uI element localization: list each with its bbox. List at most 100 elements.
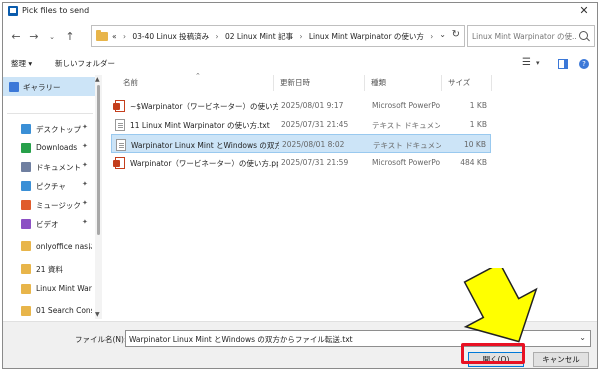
file-type: Microsoft PowerPoint <box>372 101 440 110</box>
gallery-icon <box>9 82 19 92</box>
file-row[interactable]: Warpinator（ワービネーター）の使い方.pptx 2025/07/31 2… <box>111 153 491 172</box>
nav-item[interactable]: ドキュメント ✦ <box>3 157 95 176</box>
folder-icon <box>21 241 31 251</box>
file-type: Microsoft PowerPoint <box>372 158 440 167</box>
file-name: ~$Warpinator（ワービネーター）の使い方.pptx <box>130 102 278 111</box>
column-divider[interactable] <box>491 75 492 91</box>
search-icon[interactable] <box>579 31 588 40</box>
back-icon[interactable]: ← <box>9 30 23 44</box>
search-input[interactable] <box>472 29 576 43</box>
nav-item[interactable]: ギャラリー <box>3 77 95 96</box>
scroll-thumb[interactable] <box>97 85 100 235</box>
file-name: Warpinator（ワービネーター）の使い方.pptx <box>130 159 278 168</box>
column-divider[interactable] <box>364 75 365 91</box>
nav-divider <box>7 113 93 114</box>
powerpoint-file-icon <box>113 100 125 112</box>
nav-item[interactable]: Linux Mint Warp <box>3 279 95 298</box>
pictures-icon <box>21 181 31 191</box>
new-folder-button[interactable]: 新しいフォルダー <box>55 58 115 69</box>
videos-icon <box>21 219 31 229</box>
folder-icon <box>21 264 31 274</box>
nav-item-label: onlyoffice nasに <box>36 242 92 251</box>
nav-item[interactable]: onlyoffice nasに <box>3 236 95 255</box>
nav-item[interactable]: ピクチャ ✦ <box>3 176 95 195</box>
file-row[interactable]: Warpinator Linux Mint とWindows の双方からファイル… <box>111 134 491 153</box>
folder-icon <box>21 306 31 316</box>
pin-icon: ✦ <box>82 161 88 169</box>
file-date: 2025/08/01 9:17 <box>281 101 344 110</box>
nav-item[interactable]: 01 Search Conso <box>3 301 95 320</box>
file-date: 2025/07/31 21:45 <box>281 120 349 129</box>
address-dropdown-icon[interactable]: ⌄ <box>439 30 446 39</box>
nav-item-label: ビデオ <box>36 220 59 229</box>
text-file-icon <box>116 139 126 151</box>
folder-icon <box>96 30 108 41</box>
column-date[interactable]: 更新日時 <box>280 77 310 88</box>
documents-icon <box>21 162 31 172</box>
text-file-icon <box>115 119 125 131</box>
nav-scrollbar[interactable]: ▲ ▼ <box>95 75 102 319</box>
breadcrumb: « › 03-40 Linux 投稿済み › 02 Linux Mint 記事 … <box>112 31 437 42</box>
file-size: 484 KB <box>460 158 487 167</box>
nav-item-label: ミュージック <box>36 201 81 210</box>
nav-item-label: ギャラリー <box>23 83 61 92</box>
pin-icon: ✦ <box>82 199 88 207</box>
column-divider[interactable] <box>273 75 274 91</box>
refresh-icon[interactable]: ↻ <box>452 29 460 40</box>
nav-item-label: 21 資料 <box>36 265 63 274</box>
forward-icon[interactable]: → <box>27 30 41 44</box>
filename-dropdown-icon[interactable]: ⌄ <box>579 333 586 342</box>
file-row[interactable]: 11 Linux Mint Warpinator の使い方.txt 2025/07… <box>111 115 491 134</box>
file-name: Warpinator Linux Mint とWindows の双方からファイル… <box>131 141 279 150</box>
filename-label: ファイル名(N): <box>75 335 127 344</box>
breadcrumb-item[interactable]: 03-40 Linux 投稿済み <box>132 32 209 41</box>
address-bar[interactable]: « › 03-40 Linux 投稿済み › 02 Linux Mint 記事 … <box>91 25 465 47</box>
file-row[interactable]: ~$Warpinator（ワービネーター）の使い方.pptx2025/08/01… <box>111 96 491 115</box>
window-title: Pick files to send <box>22 6 90 15</box>
cancel-button[interactable]: キャンセル <box>533 352 589 367</box>
file-size: 1 KB <box>469 101 487 110</box>
close-button[interactable]: ✕ <box>577 4 591 18</box>
search-box[interactable] <box>467 25 595 47</box>
powerpoint-file-icon <box>113 157 125 169</box>
sort-ascending-icon: ⌃ <box>195 72 201 80</box>
file-type: テキスト ドキュメント <box>372 121 440 130</box>
nav-item[interactable]: ビデオ ✦ <box>3 214 95 233</box>
nav-item[interactable]: ミュージック ✦ <box>3 195 95 214</box>
recent-dropdown-icon[interactable]: ⌄ <box>45 30 59 44</box>
view-options-icon[interactable]: ☰ <box>522 57 531 68</box>
nav-item-label: Linux Mint Warp <box>36 284 92 293</box>
column-name[interactable]: 名前 <box>123 77 138 88</box>
help-icon[interactable]: ? <box>579 59 589 69</box>
organize-button[interactable]: 整理 ▾ <box>11 58 32 69</box>
chevron-right-icon: › <box>215 32 219 41</box>
nav-item[interactable]: 21 資料 <box>3 259 95 278</box>
file-name: 11 Linux Mint Warpinator の使い方.txt <box>130 121 270 130</box>
breadcrumb-item[interactable]: 02 Linux Mint 記事 <box>225 32 293 41</box>
desktop-icon <box>21 124 31 134</box>
pin-icon: ✦ <box>82 218 88 226</box>
scroll-down-icon[interactable]: ▼ <box>95 311 100 318</box>
column-divider[interactable] <box>441 75 442 91</box>
nav-item[interactable]: Downloads ✦ <box>3 138 95 157</box>
column-size[interactable]: サイズ <box>448 77 470 88</box>
file-size: 1 KB <box>469 120 487 129</box>
file-size: 10 KB <box>464 140 486 149</box>
up-icon[interactable]: ↑ <box>63 30 77 44</box>
scroll-up-icon[interactable]: ▲ <box>95 76 100 83</box>
nav-item-label: Downloads <box>36 143 78 152</box>
breadcrumb-item[interactable]: Linux Mint Warpinator の使い方 <box>309 32 424 41</box>
pin-icon: ✦ <box>82 180 88 188</box>
nav-item-label: ピクチャ <box>36 182 66 191</box>
preview-pane-icon[interactable] <box>558 59 568 69</box>
folder-icon <box>21 284 31 294</box>
annotation-arrow-icon <box>463 268 538 343</box>
nav-item-label: ドキュメント <box>36 163 81 172</box>
toolbar: 整理 ▾ 新しいフォルダー ☰ ▾ ? <box>3 55 597 73</box>
pin-icon: ✦ <box>82 123 88 131</box>
nav-item[interactable]: デスクトップ ✦ <box>3 119 95 138</box>
view-dropdown-icon[interactable]: ▾ <box>536 59 540 67</box>
column-type[interactable]: 種類 <box>371 77 386 88</box>
breadcrumb-overflow[interactable]: « <box>112 32 117 41</box>
title-bar: Pick files to send ✕ <box>3 3 597 19</box>
